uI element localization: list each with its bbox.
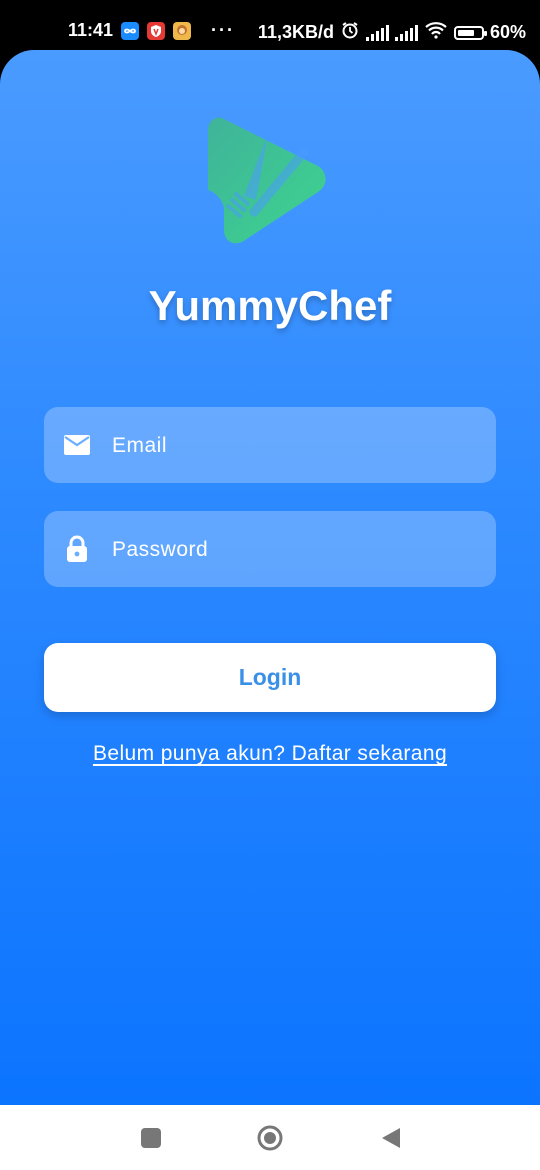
status-right: 11,3KB/d 60% bbox=[258, 20, 526, 45]
recent-apps-icon[interactable] bbox=[138, 1125, 164, 1151]
app-title: YummyChef bbox=[148, 282, 392, 329]
back-icon[interactable] bbox=[378, 1125, 404, 1151]
alarm-icon bbox=[340, 20, 360, 45]
login-screen: YummyChef Login Belum punya akun? Daftar… bbox=[0, 50, 540, 1105]
battery-icon bbox=[453, 25, 487, 40]
home-icon[interactable] bbox=[257, 1125, 283, 1151]
lock-icon bbox=[63, 535, 91, 563]
status-time: 11:41 bbox=[68, 20, 114, 40]
navigation-bar bbox=[0, 1105, 540, 1170]
login-button[interactable]: Login bbox=[44, 643, 496, 712]
password-input[interactable] bbox=[110, 511, 484, 589]
chef-knife-fork-logo bbox=[204, 112, 334, 244]
game-app-icon bbox=[173, 21, 192, 40]
register-link-container: Belum punya akun? Daftar sekarang bbox=[0, 742, 540, 766]
wifi-icon bbox=[424, 21, 448, 44]
network-speed: 11,3KB/d bbox=[257, 22, 334, 42]
email-input[interactable] bbox=[110, 407, 484, 485]
battery-level: 60% bbox=[489, 22, 526, 42]
shield-app-icon bbox=[147, 21, 166, 40]
signal-icon bbox=[365, 24, 389, 41]
overflow-dots: ··· bbox=[211, 20, 236, 40]
mail-icon bbox=[63, 431, 91, 459]
infinity-app-icon bbox=[121, 21, 140, 40]
email-field[interactable] bbox=[44, 407, 496, 485]
register-link[interactable]: Belum punya akun? Daftar sekarang bbox=[93, 742, 447, 765]
status-left: 11:41 ··· bbox=[68, 20, 235, 41]
password-field[interactable] bbox=[44, 511, 496, 589]
signal-icon bbox=[394, 24, 418, 41]
